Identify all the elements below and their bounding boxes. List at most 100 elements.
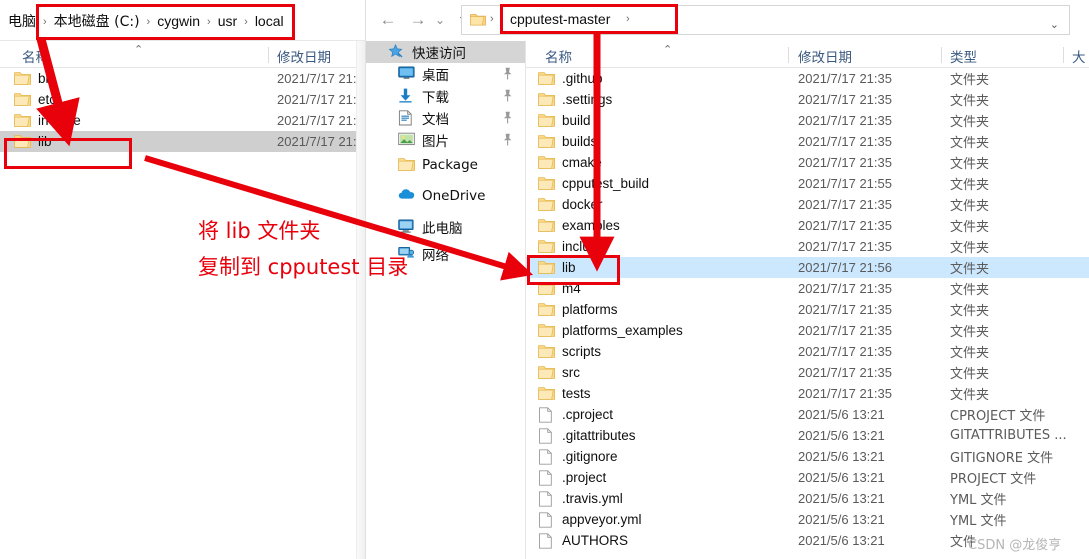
table-row[interactable]: lib 2021/7/17 21:55 bbox=[0, 131, 365, 152]
file-name-cell[interactable]: etc bbox=[14, 92, 56, 107]
file-name-cell[interactable]: lib bbox=[538, 260, 576, 275]
file-name-cell[interactable]: m4 bbox=[538, 281, 581, 296]
file-name-cell[interactable]: builds bbox=[538, 134, 597, 149]
file-name-cell[interactable]: AUTHORS bbox=[538, 533, 628, 549]
left-file-list[interactable]: bin 2021/7/17 21:09 etc 2021/7/17 21:09 incl… bbox=[0, 68, 365, 559]
table-row[interactable]: include 2021/7/17 21:55 bbox=[0, 110, 365, 131]
left-column-header: 名称 ⌃ 修改日期 bbox=[0, 41, 365, 68]
file-name-cell[interactable]: tests bbox=[538, 386, 591, 401]
file-name-cell[interactable]: .gitattributes bbox=[538, 428, 636, 444]
file-name-cell[interactable]: platforms bbox=[538, 302, 618, 317]
column-divider-3[interactable] bbox=[1063, 47, 1064, 63]
table-row[interactable]: cpputest_build 2021/7/17 21:55 文件夹 bbox=[526, 173, 1089, 194]
table-row[interactable]: etc 2021/7/17 21:09 bbox=[0, 89, 365, 110]
table-row[interactable]: .project 2021/5/6 13:21 PROJECT 文件 bbox=[526, 467, 1089, 488]
file-name-cell[interactable]: lib bbox=[14, 134, 52, 149]
breadcrumb-item[interactable]: cygwin bbox=[153, 13, 204, 29]
file-name-cell[interactable]: cpputest_build bbox=[538, 176, 649, 191]
breadcrumb-item[interactable]: usr bbox=[214, 13, 241, 29]
address-separator-icon-2[interactable]: › bbox=[626, 13, 630, 25]
back-button[interactable]: ← bbox=[376, 8, 400, 32]
table-row[interactable]: include 2021/7/17 21:35 文件夹 bbox=[526, 236, 1089, 257]
file-name-cell[interactable]: appveyor.yml bbox=[538, 512, 642, 528]
table-row[interactable]: m4 2021/7/17 21:35 文件夹 bbox=[526, 278, 1089, 299]
sidebar-item-文档[interactable]: 文档 bbox=[366, 107, 525, 129]
file-name-cell[interactable]: .travis.yml bbox=[538, 491, 623, 507]
table-row[interactable]: src 2021/7/17 21:35 文件夹 bbox=[526, 362, 1089, 383]
column-divider-2[interactable] bbox=[941, 47, 942, 63]
table-row[interactable]: .github 2021/7/17 21:35 文件夹 bbox=[526, 68, 1089, 89]
sidebar-item-OneDrive[interactable]: OneDrive bbox=[366, 185, 525, 207]
table-row[interactable]: cmake 2021/7/17 21:35 文件夹 bbox=[526, 152, 1089, 173]
sidebar-item-此电脑[interactable]: 此电脑 bbox=[366, 216, 525, 238]
right-col-name[interactable]: 名称 bbox=[545, 46, 572, 66]
sidebar-item-图片[interactable]: 图片 bbox=[366, 129, 525, 151]
table-row[interactable]: .settings 2021/7/17 21:35 文件夹 bbox=[526, 89, 1089, 110]
file-name-cell[interactable]: .github bbox=[538, 71, 603, 86]
forward-button[interactable]: → bbox=[406, 8, 430, 32]
sidebar-item-Package[interactable]: Package bbox=[366, 154, 525, 176]
file-name-cell[interactable]: bin bbox=[14, 71, 56, 86]
breadcrumb-item[interactable]: 电脑 bbox=[4, 11, 40, 31]
table-row[interactable]: examples 2021/7/17 21:35 文件夹 bbox=[526, 215, 1089, 236]
table-row[interactable]: .gitignore 2021/5/6 13:21 GITIGNORE 文件 bbox=[526, 446, 1089, 467]
file-name-cell[interactable]: include bbox=[538, 239, 605, 254]
folder-icon bbox=[538, 344, 555, 359]
pin-icon[interactable] bbox=[502, 111, 513, 124]
file-type-cell: 文件夹 bbox=[950, 283, 990, 298]
table-row[interactable]: AUTHORS 2021/5/6 13:21 文件 bbox=[526, 530, 1089, 551]
column-divider-1[interactable] bbox=[788, 47, 789, 63]
table-row[interactable]: docker 2021/7/17 21:35 文件夹 bbox=[526, 194, 1089, 215]
file-icon bbox=[538, 512, 555, 528]
file-name-cell[interactable]: docker bbox=[538, 197, 603, 212]
navigation-pane[interactable]: 快速访问 桌面 下载 文档 图片 Package OneDrive 此电脑网络 bbox=[366, 41, 526, 559]
address-current-folder[interactable]: cpputest-master bbox=[510, 11, 610, 27]
file-name-cell[interactable]: src bbox=[538, 365, 580, 380]
pin-icon[interactable] bbox=[502, 133, 513, 146]
right-file-list[interactable]: .github 2021/7/17 21:35 文件夹 .settings 2021/7… bbox=[526, 68, 1089, 559]
left-address-bar[interactable]: 电脑 › 本地磁盘 (C:) › cygwin › usr › local bbox=[0, 0, 365, 41]
table-row[interactable]: builds 2021/7/17 21:35 文件夹 bbox=[526, 131, 1089, 152]
file-name-cell[interactable]: .settings bbox=[538, 92, 612, 107]
table-row[interactable]: build 2021/7/17 21:35 文件夹 bbox=[526, 110, 1089, 131]
breadcrumb-item[interactable]: 本地磁盘 (C:) bbox=[50, 11, 144, 31]
right-col-type[interactable]: 类型 bbox=[950, 46, 977, 66]
folder-icon bbox=[538, 281, 555, 296]
table-row[interactable]: lib 2021/7/17 21:56 文件夹 bbox=[526, 257, 1089, 278]
sidebar-item-快速访问[interactable]: 快速访问 bbox=[366, 41, 525, 63]
table-row[interactable]: .gitattributes 2021/5/6 13:21 GITATTRIBUTE… bbox=[526, 425, 1089, 446]
table-row[interactable]: platforms_examples 2021/7/17 21:35 文件夹 bbox=[526, 320, 1089, 341]
file-name-cell[interactable]: platforms_examples bbox=[538, 323, 683, 338]
table-row[interactable]: tests 2021/7/17 21:35 文件夹 bbox=[526, 383, 1089, 404]
file-name-cell[interactable]: scripts bbox=[538, 344, 601, 359]
file-name-cell[interactable]: .project bbox=[538, 470, 606, 486]
left-col-name[interactable]: 名称 bbox=[22, 46, 49, 66]
left-vertical-scrollbar[interactable] bbox=[356, 41, 365, 559]
file-name-cell[interactable]: .gitignore bbox=[538, 449, 618, 465]
table-row[interactable]: appveyor.yml 2021/5/6 13:21 YML 文件 bbox=[526, 509, 1089, 530]
column-divider[interactable] bbox=[268, 47, 269, 63]
table-row[interactable]: .cproject 2021/5/6 13:21 CPROJECT 文件 bbox=[526, 404, 1089, 425]
table-row[interactable]: .travis.yml 2021/5/6 13:21 YML 文件 bbox=[526, 488, 1089, 509]
file-name-cell[interactable]: cmake bbox=[538, 155, 602, 170]
file-name-cell[interactable]: include bbox=[14, 113, 81, 128]
pin-icon[interactable] bbox=[502, 89, 513, 102]
recent-locations-button[interactable]: ⌄ bbox=[428, 8, 452, 32]
left-breadcrumb[interactable]: 电脑 › 本地磁盘 (C:) › cygwin › usr › local bbox=[4, 0, 288, 41]
table-row[interactable]: platforms 2021/7/17 21:35 文件夹 bbox=[526, 299, 1089, 320]
file-name-cell[interactable]: examples bbox=[538, 218, 620, 233]
sidebar-item-网络[interactable]: 网络 bbox=[366, 243, 525, 265]
file-name-cell[interactable]: build bbox=[538, 113, 591, 128]
file-date-cell: 2021/7/17 21:35 bbox=[798, 155, 892, 170]
file-name-cell[interactable]: .cproject bbox=[538, 407, 613, 423]
table-row[interactable]: scripts 2021/7/17 21:35 文件夹 bbox=[526, 341, 1089, 362]
right-col-date[interactable]: 修改日期 bbox=[798, 46, 852, 66]
breadcrumb-item[interactable]: local bbox=[251, 13, 288, 29]
address-dropdown-icon[interactable]: ⌄ bbox=[1050, 18, 1059, 31]
pin-icon[interactable] bbox=[502, 67, 513, 80]
sidebar-item-桌面[interactable]: 桌面 bbox=[366, 63, 525, 85]
table-row[interactable]: bin 2021/7/17 21:09 bbox=[0, 68, 365, 89]
right-address-bar[interactable]: › cpputest-master › ⌄ bbox=[461, 5, 1070, 35]
left-col-date[interactable]: 修改日期 bbox=[277, 46, 331, 66]
sidebar-item-下载[interactable]: 下载 bbox=[366, 85, 525, 107]
